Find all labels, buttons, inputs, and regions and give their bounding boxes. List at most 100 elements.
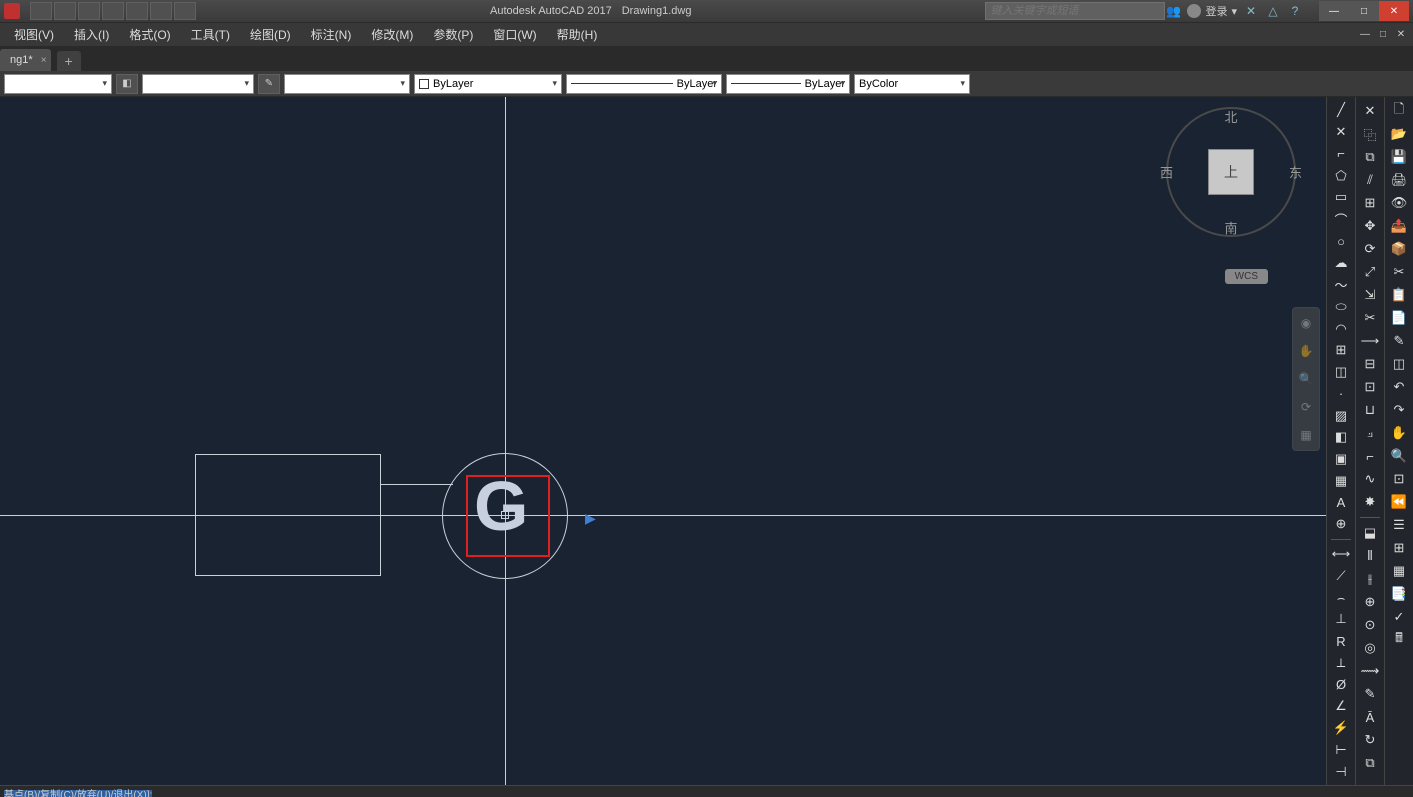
- tool-join[interactable]: ⊔: [1359, 400, 1381, 420]
- tool-clipboard-copy[interactable]: 📋: [1388, 285, 1410, 305]
- tool-spline[interactable]: ～: [1330, 275, 1352, 294]
- nav-orbit-button[interactable]: ⟳: [1295, 396, 1317, 418]
- tool-center-mark[interactable]: ⊙: [1359, 615, 1381, 635]
- infocenter-icon[interactable]: 👥: [1165, 3, 1181, 19]
- search-input[interactable]: [985, 2, 1165, 20]
- tool-polyline[interactable]: ⌐: [1330, 145, 1352, 164]
- nav-wheel-button[interactable]: ◉: [1295, 312, 1317, 334]
- tool-table[interactable]: ▦: [1330, 471, 1352, 490]
- tool-dim-space[interactable]: ⫴: [1359, 546, 1381, 566]
- tool-tolerance[interactable]: ⊕: [1359, 592, 1381, 612]
- tool-dim-arc[interactable]: ⌢: [1330, 588, 1352, 607]
- tool-region[interactable]: ▣: [1330, 450, 1352, 469]
- mdi-minimize[interactable]: —: [1357, 27, 1373, 43]
- linetype-combo[interactable]: ByLayer: [566, 74, 722, 94]
- tool-dim-edit[interactable]: ✎: [1359, 684, 1381, 704]
- tool-cut[interactable]: ✂: [1388, 262, 1410, 282]
- tool-circle[interactable]: ○: [1330, 232, 1352, 251]
- menu-help[interactable]: 帮助(H): [547, 22, 608, 47]
- plotstyle-combo[interactable]: ByColor: [854, 74, 970, 94]
- signin-button[interactable]: 登录 ▾: [1187, 3, 1237, 19]
- tab-close-icon[interactable]: ×: [41, 55, 47, 66]
- window-close-button[interactable]: ✕: [1379, 1, 1409, 21]
- tool-dim-linear[interactable]: ⟷: [1330, 545, 1352, 564]
- tool-addselected[interactable]: ⊕: [1330, 515, 1352, 534]
- tool-paste[interactable]: 📄: [1388, 308, 1410, 328]
- viewcube-south[interactable]: 南: [1224, 218, 1237, 237]
- menu-window[interactable]: 窗口(W): [483, 22, 546, 47]
- layer-prev-button[interactable]: ◧: [116, 74, 138, 94]
- tool-publish[interactable]: 📤: [1388, 216, 1410, 236]
- tool-undo[interactable]: ↶: [1388, 377, 1410, 397]
- tool-explode[interactable]: ✸: [1359, 492, 1381, 512]
- tool-dim-diameter[interactable]: Ø: [1330, 675, 1352, 694]
- app-icon[interactable]: [4, 3, 20, 19]
- tool-zoom-prev[interactable]: ⏪: [1388, 492, 1410, 512]
- tool-block[interactable]: ◫: [1330, 363, 1352, 382]
- tool-sheetset[interactable]: 📑: [1388, 584, 1410, 604]
- nav-showmotion-button[interactable]: ▦: [1295, 424, 1317, 446]
- viewcube-west[interactable]: 西: [1160, 163, 1173, 182]
- mdi-restore[interactable]: □: [1375, 27, 1391, 43]
- menu-view[interactable]: 视图(V): [4, 22, 64, 47]
- tool-erase[interactable]: ✕: [1359, 101, 1381, 121]
- menu-draw[interactable]: 绘图(D): [240, 22, 301, 47]
- tool-dim-radius[interactable]: R: [1330, 632, 1352, 651]
- layer-combo[interactable]: [142, 74, 254, 94]
- tool-break-point[interactable]: ⊟: [1359, 354, 1381, 374]
- tool-quickcalc[interactable]: 🖩: [1388, 630, 1410, 650]
- tool-line[interactable]: ╱: [1330, 101, 1352, 120]
- qat-redo[interactable]: [126, 2, 148, 20]
- menu-tools[interactable]: 工具(T): [181, 22, 240, 47]
- tool-gradient[interactable]: ◧: [1330, 428, 1352, 447]
- a360-icon[interactable]: △: [1265, 3, 1281, 19]
- object-color-combo[interactable]: [284, 74, 410, 94]
- tool-plot[interactable]: 🖨: [1388, 170, 1410, 190]
- tool-dim-angular[interactable]: ∠: [1330, 697, 1352, 716]
- tool-move[interactable]: ✥: [1359, 216, 1381, 236]
- layer-state-combo[interactable]: [4, 74, 112, 94]
- tool-ellipsearc[interactable]: ◠: [1330, 319, 1352, 338]
- tool-dim-style[interactable]: ⧉: [1359, 753, 1381, 773]
- tool-save[interactable]: 💾: [1388, 147, 1410, 167]
- tool-zoom-win[interactable]: ⊡: [1388, 469, 1410, 489]
- tool-inspect[interactable]: ◎: [1359, 638, 1381, 658]
- tool-rectangle[interactable]: ▭: [1330, 188, 1352, 207]
- tool-offset[interactable]: ⫽: [1359, 170, 1381, 190]
- tool-open[interactable]: 📂: [1388, 124, 1410, 144]
- drawing-canvas[interactable]: G ▶ 上 北 南 东 西 WCS ◉ ✋ 🔍 ⟳ ▦: [0, 97, 1326, 785]
- tool-array[interactable]: ⊞: [1359, 193, 1381, 213]
- drawn-rectangle[interactable]: [195, 454, 381, 576]
- tool-dim-aligned[interactable]: ⟋: [1330, 566, 1352, 585]
- tool-draworder[interactable]: ⬓: [1359, 523, 1381, 543]
- tool-scale[interactable]: ⤢: [1359, 262, 1381, 282]
- tool-designcenter[interactable]: ⊞: [1388, 538, 1410, 558]
- tool-rotate[interactable]: ⟳: [1359, 239, 1381, 259]
- tool-extend[interactable]: ⟶: [1359, 331, 1381, 351]
- qat-save[interactable]: [78, 2, 100, 20]
- doc-tab-active[interactable]: ng1* ×: [0, 49, 51, 71]
- drawn-connector-line[interactable]: [381, 484, 453, 485]
- help-icon[interactable]: ?: [1287, 3, 1303, 19]
- tool-break[interactable]: ⊡: [1359, 377, 1381, 397]
- qat-open[interactable]: [54, 2, 76, 20]
- nav-zoom-button[interactable]: 🔍: [1295, 368, 1317, 390]
- tool-mtext[interactable]: A: [1330, 493, 1352, 512]
- tool-ellipse[interactable]: ⬭: [1330, 297, 1352, 316]
- tool-dim-update[interactable]: ↻: [1359, 730, 1381, 750]
- tool-zoom-rt[interactable]: 🔍: [1388, 446, 1410, 466]
- tool-insert[interactable]: ⊞: [1330, 341, 1352, 360]
- tool-polygon[interactable]: ⬠: [1330, 166, 1352, 185]
- qat-undo[interactable]: [102, 2, 124, 20]
- tool-preview[interactable]: 👁: [1388, 193, 1410, 213]
- tool-dim-jogged[interactable]: ⟂: [1330, 654, 1352, 673]
- qat-new[interactable]: [30, 2, 52, 20]
- menu-modify[interactable]: 修改(M): [361, 22, 423, 47]
- tool-pan[interactable]: ✋: [1388, 423, 1410, 443]
- tool-mirror[interactable]: ⧉: [1359, 147, 1381, 167]
- tool-3ddwf[interactable]: 📦: [1388, 239, 1410, 259]
- menu-insert[interactable]: 插入(I): [64, 22, 119, 47]
- wcs-badge[interactable]: WCS: [1225, 269, 1268, 284]
- tool-match[interactable]: ✎: [1388, 331, 1410, 351]
- menu-parametric[interactable]: 参数(P): [423, 22, 483, 47]
